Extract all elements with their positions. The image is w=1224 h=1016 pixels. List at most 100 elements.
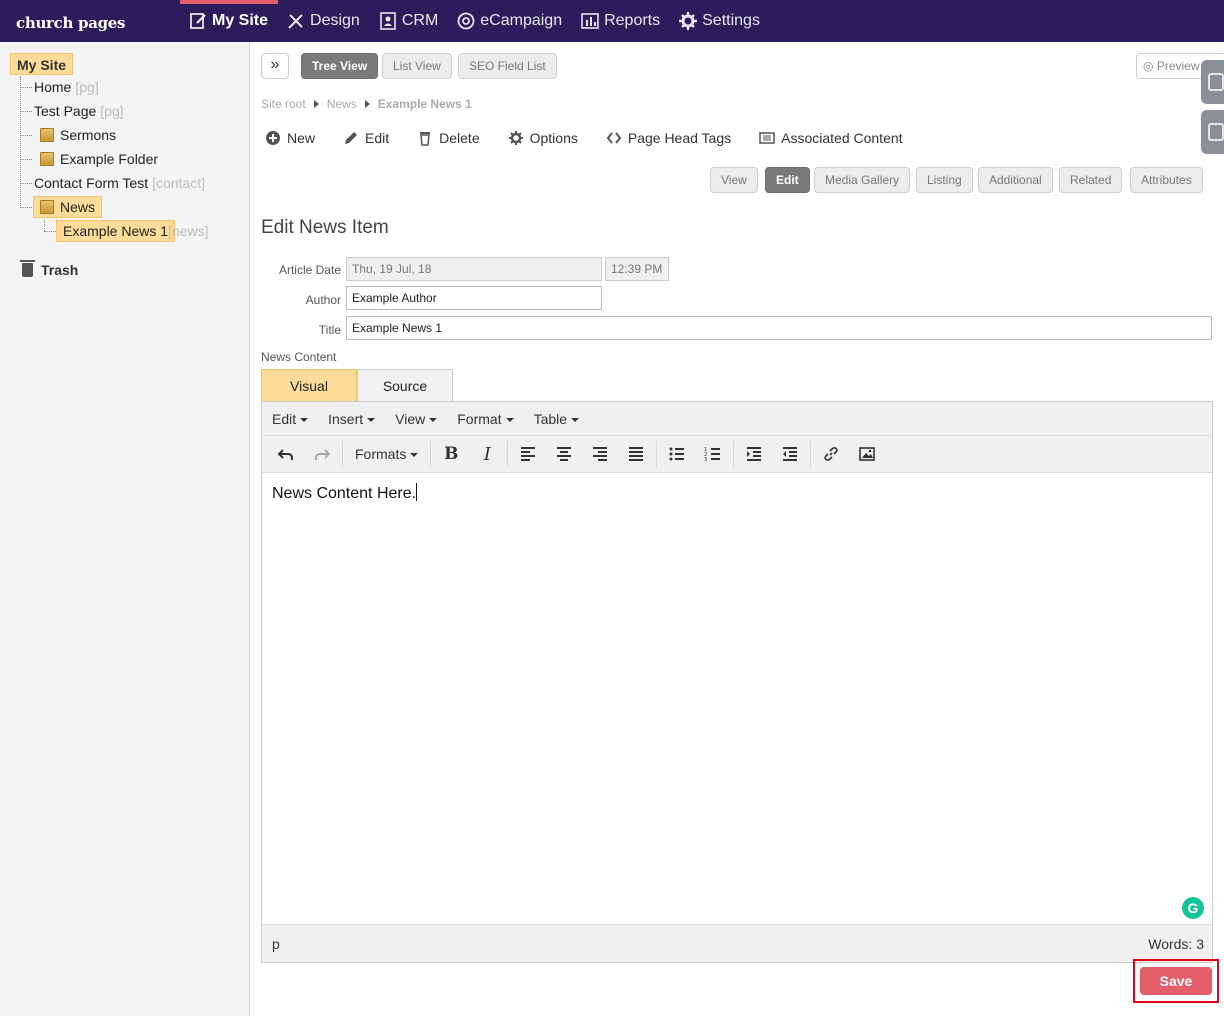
toolbar-divider xyxy=(656,441,658,467)
italic-icon: I xyxy=(483,443,491,465)
redo-button[interactable] xyxy=(304,439,340,469)
insert-link-button[interactable] xyxy=(813,439,849,469)
subtab-media-gallery[interactable]: Media Gallery xyxy=(814,167,911,193)
insert-image-button[interactable] xyxy=(849,439,885,469)
tree-item-news[interactable]: News xyxy=(33,196,103,218)
expand-sidebar-button[interactable]: » xyxy=(261,53,289,79)
tree-item-label: Example News 1 xyxy=(63,223,169,239)
align-right-button[interactable] xyxy=(582,439,618,469)
subtab-edit[interactable]: Edit xyxy=(765,167,810,193)
tree-item-home[interactable]: Home [pg] xyxy=(34,76,99,98)
indent-button[interactable] xyxy=(736,439,772,469)
contact-card-icon xyxy=(1208,73,1224,91)
grammarly-icon[interactable]: G xyxy=(1182,897,1204,919)
caret-right-icon xyxy=(313,100,319,108)
tree-view-button[interactable]: Tree View xyxy=(301,53,379,79)
editor-content-area[interactable]: News Content Here. G xyxy=(262,473,1212,923)
tree-root-my-site[interactable]: My Site xyxy=(10,53,74,75)
bold-button[interactable]: B xyxy=(433,439,469,469)
main-nav: My Site Design CRM eCampaign Reports Set… xyxy=(180,0,770,42)
bullet-list-button[interactable] xyxy=(659,439,695,469)
toolbar-divider xyxy=(342,441,343,467)
edit-button[interactable]: Edit xyxy=(343,130,389,146)
delete-button[interactable]: Delete xyxy=(417,130,480,146)
outdent-button[interactable] xyxy=(772,439,808,469)
rich-text-editor: Edit Insert View Format Table Formats B … xyxy=(261,401,1213,963)
breadcrumb-parent[interactable]: News xyxy=(327,97,357,111)
page-head-tags-button[interactable]: Page Head Tags xyxy=(606,130,731,146)
app-logo[interactable]: church pages xyxy=(16,14,126,32)
author-field[interactable]: Example Author xyxy=(346,286,602,310)
menu-format[interactable]: Format xyxy=(457,411,514,427)
subtab-attributes[interactable]: Attributes xyxy=(1130,167,1203,193)
breadcrumb-root[interactable]: Site root xyxy=(261,97,306,111)
code-brackets-icon xyxy=(606,132,622,144)
subtab-additional[interactable]: Additional xyxy=(978,167,1053,193)
article-date-field[interactable]: Thu, 19 Jul, 18 xyxy=(346,257,602,281)
nav-label: CRM xyxy=(401,12,439,29)
formats-dropdown[interactable]: Formats xyxy=(345,446,428,462)
subtab-related[interactable]: Related xyxy=(1059,167,1123,193)
page-title: Edit News Item xyxy=(261,217,389,238)
toolbar-divider xyxy=(430,441,432,467)
tree-item-example-folder[interactable]: Example Folder xyxy=(40,148,158,170)
list-view-button[interactable]: List View xyxy=(382,53,452,79)
align-center-button[interactable] xyxy=(546,439,582,469)
nav-design[interactable]: Design xyxy=(278,0,370,42)
numbered-list-button[interactable]: 123 xyxy=(695,439,731,469)
associated-content-button[interactable]: Associated Content xyxy=(759,130,903,146)
tree-line xyxy=(20,87,32,88)
italic-button[interactable]: I xyxy=(469,439,505,469)
tree-item-contact-form-test[interactable]: Contact Form Test [contact] xyxy=(34,172,205,194)
save-button[interactable]: Save xyxy=(1140,967,1212,995)
editor-text: News Content Here. xyxy=(272,485,417,502)
side-panel-tab-contacts[interactable] xyxy=(1201,60,1224,104)
tree-item-example-news-1[interactable]: Example News 1 xyxy=(56,220,176,242)
align-justify-button[interactable] xyxy=(618,439,654,469)
tab-source[interactable]: Source xyxy=(357,369,453,402)
preview-label: Preview xyxy=(1156,59,1200,73)
align-center-icon xyxy=(557,447,572,461)
tree-item-label: News xyxy=(60,199,96,215)
article-time-field[interactable]: 12:39 PM xyxy=(605,257,669,281)
nav-label: Settings xyxy=(702,12,760,29)
title-field[interactable]: Example News 1 xyxy=(346,316,1212,340)
tab-visual[interactable]: Visual xyxy=(261,369,357,402)
caret-down-icon xyxy=(429,417,438,422)
tree-item-test-page[interactable]: Test Page [pg] xyxy=(34,100,124,122)
menu-view[interactable]: View xyxy=(395,411,438,427)
seo-field-list-button[interactable]: SEO Field List xyxy=(458,53,557,79)
tree-item-tag: [pg] xyxy=(100,103,124,119)
layout-icon xyxy=(759,132,775,144)
nav-label: My Site xyxy=(212,12,269,29)
menu-table[interactable]: Table xyxy=(534,411,580,427)
options-button[interactable]: Options xyxy=(508,130,578,146)
gear-icon xyxy=(508,131,523,145)
nav-ecampaign[interactable]: eCampaign xyxy=(448,0,572,42)
new-button[interactable]: New xyxy=(265,130,315,146)
undo-button[interactable] xyxy=(268,439,304,469)
element-path[interactable]: p xyxy=(272,936,280,952)
subtab-listing[interactable]: Listing xyxy=(916,167,973,193)
plus-circle-icon xyxy=(266,131,280,145)
toolbar-divider xyxy=(507,441,509,467)
nav-my-site[interactable]: My Site xyxy=(180,0,279,42)
align-left-button[interactable] xyxy=(510,439,546,469)
tree-item-label: Home xyxy=(34,79,72,95)
tree-item-sermons[interactable]: Sermons xyxy=(40,124,116,146)
nav-crm[interactable]: CRM xyxy=(370,0,448,42)
toolbar-divider xyxy=(810,441,812,467)
note-icon xyxy=(1208,123,1224,141)
menu-edit[interactable]: Edit xyxy=(272,411,309,427)
nav-settings[interactable]: Settings xyxy=(670,0,770,42)
undo-icon xyxy=(277,449,293,460)
tree-line xyxy=(20,111,32,112)
side-panel-tab-notes[interactable] xyxy=(1201,110,1224,154)
menu-insert[interactable]: Insert xyxy=(328,411,376,427)
eye-icon: ◎ xyxy=(1143,59,1154,73)
trash-item[interactable]: Trash xyxy=(20,260,78,278)
delete-label: Delete xyxy=(439,130,480,146)
top-nav-bar: church pages My Site Design CRM eCampaig… xyxy=(0,0,1224,42)
nav-reports[interactable]: Reports xyxy=(572,0,670,42)
subtab-view[interactable]: View xyxy=(710,167,758,193)
